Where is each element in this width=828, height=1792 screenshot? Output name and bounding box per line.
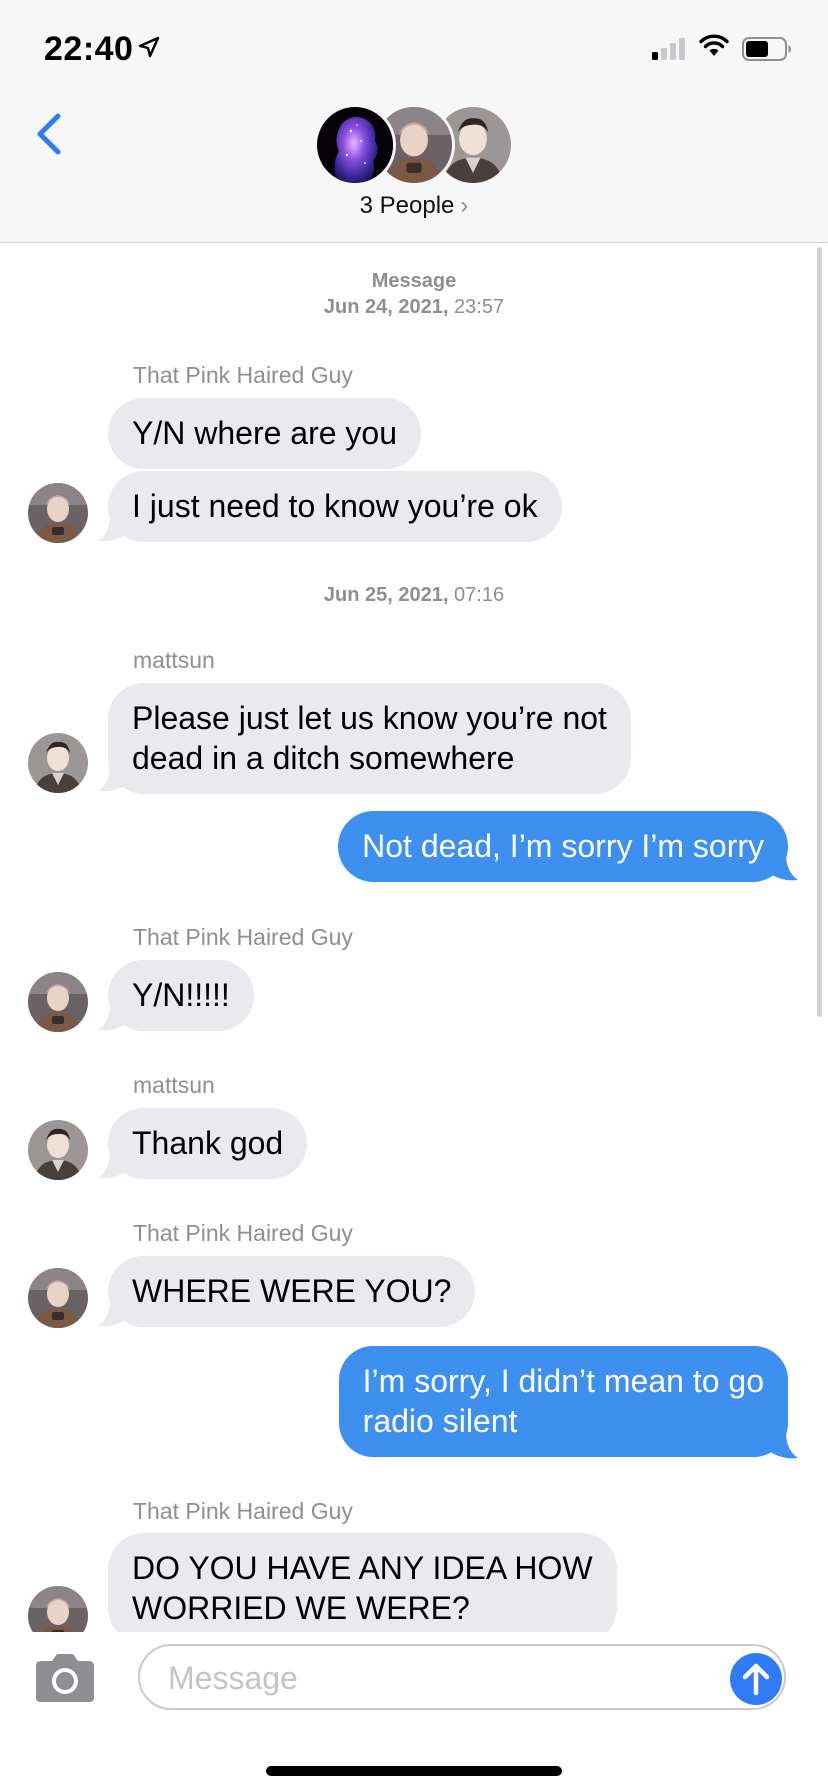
group-people-link[interactable]: 3 People › xyxy=(0,192,828,220)
avatar xyxy=(28,972,88,1032)
incoming-message-bubble[interactable]: Please just let us know you’re not dead … xyxy=(108,683,631,794)
timestamp-date: Jun 25, 2021, xyxy=(323,584,449,606)
battery-icon xyxy=(742,37,791,61)
timestamp-time: 07:16 xyxy=(454,584,505,606)
sender-name: That Pink Haired Guy xyxy=(133,362,353,388)
conversation-header: 3 People › xyxy=(0,100,828,243)
incoming-message-bubble[interactable]: DO YOU HAVE ANY IDEA HOW WORRIED WE WERE… xyxy=(108,1533,617,1644)
incoming-message-bubble[interactable]: Y/N!!!!! xyxy=(108,960,254,1031)
group-people-label: 3 People xyxy=(359,192,455,219)
status-time: 22:40 xyxy=(44,30,134,68)
wifi-icon xyxy=(699,34,729,56)
incoming-message-bubble[interactable]: Thank god xyxy=(108,1108,308,1179)
camera-icon[interactable] xyxy=(32,1652,98,1704)
timestamp-header: Message Jun 24, 2021, 23:57 xyxy=(0,268,828,320)
sender-name: That Pink Haired Guy xyxy=(133,1498,353,1524)
back-chevron-icon[interactable] xyxy=(30,110,70,170)
outgoing-message-bubble[interactable]: Not dead, I’m sorry I’m sorry xyxy=(338,811,788,882)
status-bar: 22:40 xyxy=(0,0,828,100)
avatar xyxy=(28,1268,88,1328)
galaxy-silhouette-avatar xyxy=(314,104,396,186)
avatar xyxy=(28,1120,88,1180)
incoming-message-bubble[interactable]: I just need to know you’re ok xyxy=(108,471,562,542)
incoming-message-bubble[interactable]: WHERE WERE YOU? xyxy=(108,1256,476,1327)
message-input[interactable] xyxy=(166,1656,690,1700)
sender-name: mattsun xyxy=(133,1072,215,1098)
avatar xyxy=(28,483,88,543)
sender-name: That Pink Haired Guy xyxy=(133,1220,353,1246)
timestamp-date: Jun 24, 2021, xyxy=(323,296,449,318)
home-indicator[interactable] xyxy=(266,1766,562,1776)
group-avatars[interactable] xyxy=(314,104,514,186)
timestamp-header: Jun 25, 2021, 07:16 xyxy=(0,584,828,607)
incoming-message-bubble[interactable]: Y/N where are you xyxy=(108,398,422,469)
message-field[interactable] xyxy=(138,1644,786,1710)
sender-name: That Pink Haired Guy xyxy=(133,924,353,950)
send-button[interactable] xyxy=(730,1653,782,1705)
chevron-right-icon: › xyxy=(460,192,469,219)
arrow-up-icon xyxy=(742,1663,770,1696)
scroll-indicator[interactable] xyxy=(817,247,822,1017)
outgoing-message-bubble[interactable]: I’m sorry, I didn’t mean to go radio sil… xyxy=(338,1346,788,1457)
timestamp-time: 23:57 xyxy=(454,296,505,318)
timestamp-message-label: Message xyxy=(371,270,457,292)
location-arrow-icon xyxy=(138,36,160,58)
cellular-signal-icon xyxy=(652,38,685,60)
avatar xyxy=(28,733,88,793)
sender-name: mattsun xyxy=(133,647,215,673)
